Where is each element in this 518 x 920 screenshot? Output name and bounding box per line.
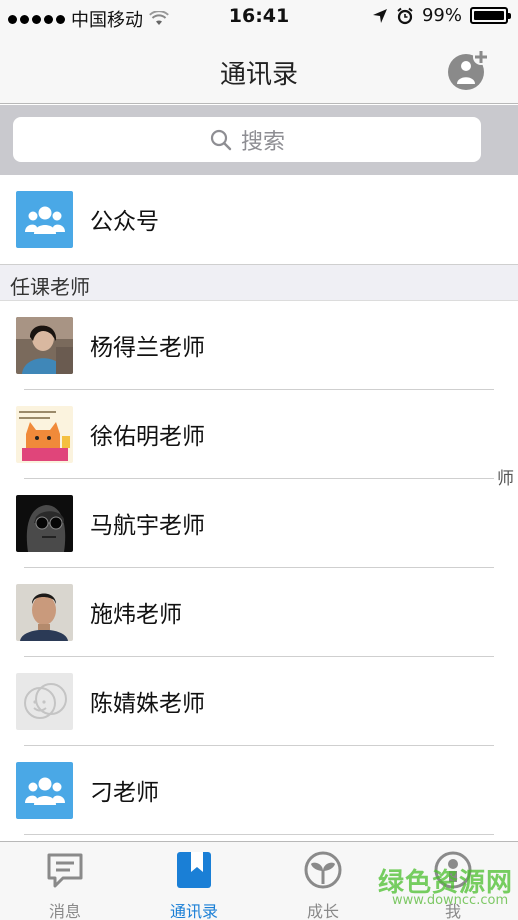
list-item[interactable]: 施炜老师 <box>0 568 518 657</box>
navigation-bar: 通讯录 <box>0 34 518 104</box>
teacher-name: 陈婧姝老师 <box>90 691 205 717</box>
page-title: 通讯录 <box>219 60 298 90</box>
watermark-url: www.downcc.com <box>392 893 509 908</box>
search-placeholder: 搜索 <box>240 129 285 155</box>
battery-level-fill <box>474 11 504 20</box>
tab-label: 消息 <box>48 902 81 920</box>
stray-text: 师 <box>497 469 514 489</box>
battery-percent: 99% <box>421 5 462 26</box>
list-item[interactable]: 陈婧姝老师 <box>0 657 518 746</box>
contacts-book-icon <box>177 852 211 888</box>
tab-label: 成长 <box>306 902 339 920</box>
tab-growth[interactable]: 成长 <box>258 842 388 920</box>
public-account-label: 公众号 <box>90 209 159 235</box>
search-input[interactable]: 搜索 <box>13 117 481 162</box>
status-bar: 中国移动 16:41 99% <box>0 0 518 34</box>
group-icon <box>16 191 73 248</box>
status-right: 99% <box>372 5 511 26</box>
teacher-name: 施炜老师 <box>90 602 182 628</box>
tab-contacts[interactable]: 通讯录 <box>129 842 259 920</box>
tab-messages[interactable]: 消息 <box>0 842 130 920</box>
teacher-name: 徐佑明老师 <box>90 424 205 450</box>
avatar <box>16 317 73 374</box>
public-account-row[interactable]: 公众号 <box>0 175 518 264</box>
teacher-name: 马航宇老师 <box>90 513 205 539</box>
avatar <box>16 495 73 552</box>
list-item[interactable]: 马航宇老师 <box>0 479 518 568</box>
teacher-name: 刁老师 <box>90 780 159 806</box>
list-item[interactable]: 刁老师 <box>0 746 518 835</box>
search-area: 搜索 <box>0 105 518 175</box>
search-icon <box>210 129 232 150</box>
list-item[interactable]: 杨得兰老师 <box>0 301 518 390</box>
group-icon <box>16 762 73 819</box>
sprout-icon <box>304 851 342 889</box>
location-arrow-icon <box>372 8 387 23</box>
avatar <box>16 584 73 641</box>
teacher-name: 杨得兰老师 <box>90 335 205 361</box>
divider <box>24 834 494 835</box>
add-contact-icon[interactable] <box>446 48 490 92</box>
chat-bubble-icon <box>47 853 83 888</box>
section-title: 任课老师 <box>10 275 90 299</box>
list-item[interactable]: 徐佑明老师 <box>0 390 518 479</box>
section-header: 任课老师 <box>0 264 518 301</box>
alarm-clock-icon <box>397 7 413 24</box>
avatar <box>16 406 73 463</box>
default-avatar-icon <box>16 673 73 730</box>
battery-icon <box>470 7 511 24</box>
tab-label: 通讯录 <box>169 902 218 920</box>
